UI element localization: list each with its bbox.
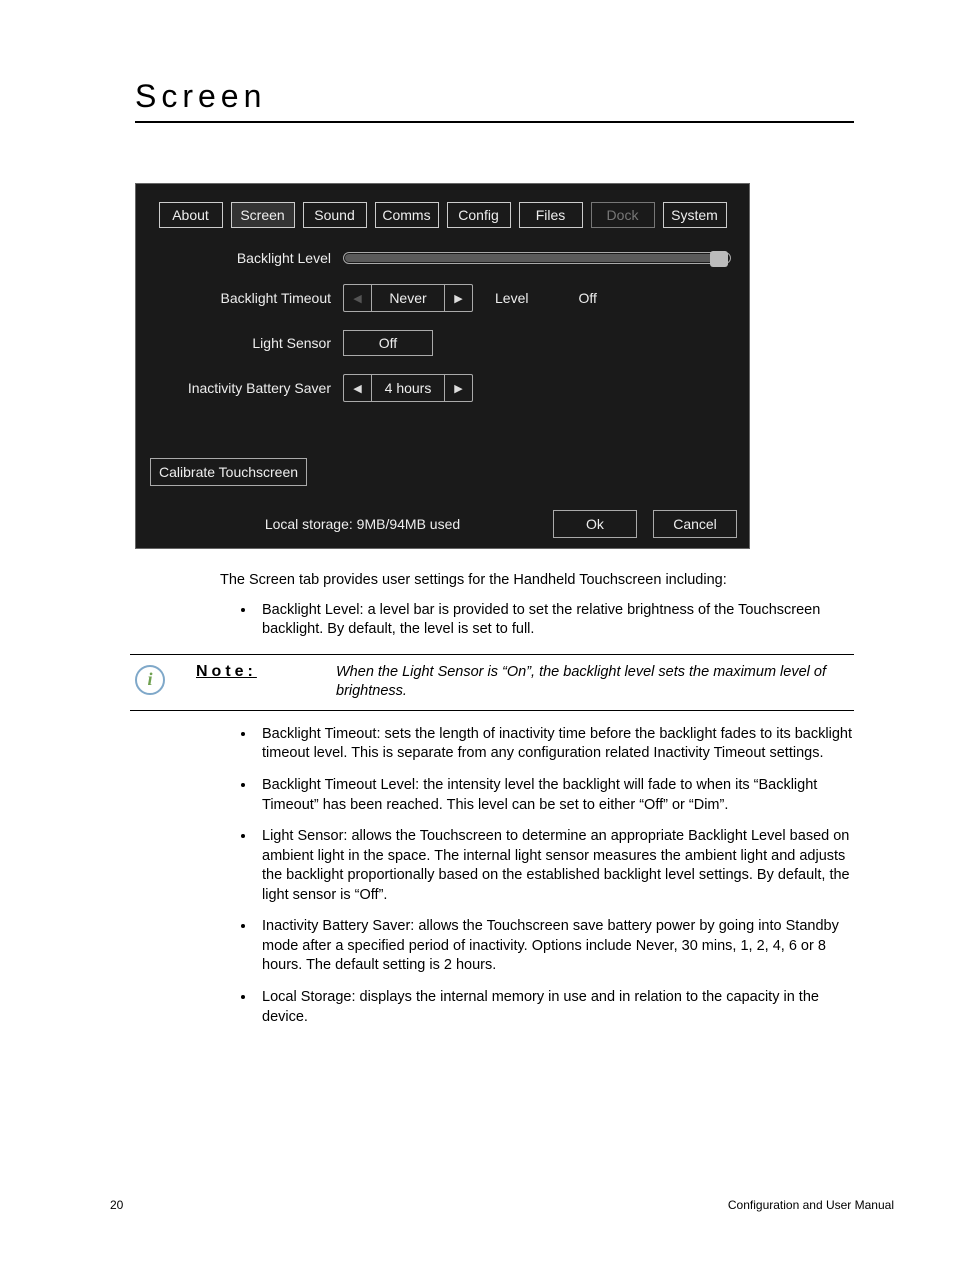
bullet-light-sensor: Light Sensor: allows the Touchscreen to … [256,827,854,905]
light-sensor-toggle[interactable]: Off [343,330,433,356]
tab-dock: Dock [591,202,655,228]
backlight-level-label: Backlight Level [148,250,343,266]
calibrate-touchscreen-button[interactable]: Calibrate Touchscreen [150,458,307,486]
timeout-level-label: Level [495,290,528,306]
tab-config[interactable]: Config [447,202,511,228]
backlight-timeout-value: Never [372,285,444,311]
ok-button[interactable]: Ok [553,510,637,538]
light-sensor-label: Light Sensor [148,335,343,351]
backlight-timeout-stepper[interactable]: ◀ Never ▶ [343,284,473,312]
timeout-level-value: Off [578,290,596,306]
tab-comms[interactable]: Comms [375,202,439,228]
bullet-backlight-timeout-level: Backlight Timeout Level: the intensity l… [256,776,854,815]
page-heading: Screen [135,78,854,123]
tab-bar: About Screen Sound Comms Config Files Do… [148,202,737,228]
intro-paragraph: The Screen tab provides user settings fo… [220,571,854,591]
info-icon: i [135,665,165,695]
arrow-right-icon[interactable]: ▶ [444,375,472,401]
backlight-timeout-label: Backlight Timeout [148,290,343,306]
arrow-right-icon[interactable]: ▶ [444,285,472,311]
note-text: When the Light Sensor is “On”, the backl… [336,663,854,702]
local-storage-text: Local storage: 9MB/94MB used [148,516,537,532]
note-block: i Note: When the Light Sensor is “On”, t… [130,654,854,711]
arrow-left-icon[interactable]: ◀ [344,375,372,401]
tab-files[interactable]: Files [519,202,583,228]
tab-sound[interactable]: Sound [303,202,367,228]
battery-saver-label: Inactivity Battery Saver [148,380,343,396]
page-footer: 20 Configuration and User Manual [110,1198,894,1212]
bullet-inactivity-battery-saver: Inactivity Battery Saver: allows the Tou… [256,917,854,976]
tab-screen[interactable]: Screen [231,202,295,228]
slider-thumb[interactable] [710,251,728,267]
battery-saver-value: 4 hours [372,375,444,401]
bullet-local-storage: Local Storage: displays the internal mem… [256,988,854,1027]
bullet-backlight-timeout: Backlight Timeout: sets the length of in… [256,725,854,764]
backlight-level-slider[interactable] [343,252,731,264]
page-number: 20 [110,1198,123,1212]
tab-system[interactable]: System [663,202,727,228]
slider-fill [345,254,716,262]
tab-about[interactable]: About [159,202,223,228]
battery-saver-stepper[interactable]: ◀ 4 hours ▶ [343,374,473,402]
note-label: Note: [188,663,318,681]
cancel-button[interactable]: Cancel [653,510,737,538]
bullet-backlight-level: Backlight Level: a level bar is provided… [256,601,854,640]
device-screenshot: About Screen Sound Comms Config Files Do… [135,183,750,549]
doc-title: Configuration and User Manual [728,1198,894,1212]
arrow-left-icon[interactable]: ◀ [344,285,372,311]
